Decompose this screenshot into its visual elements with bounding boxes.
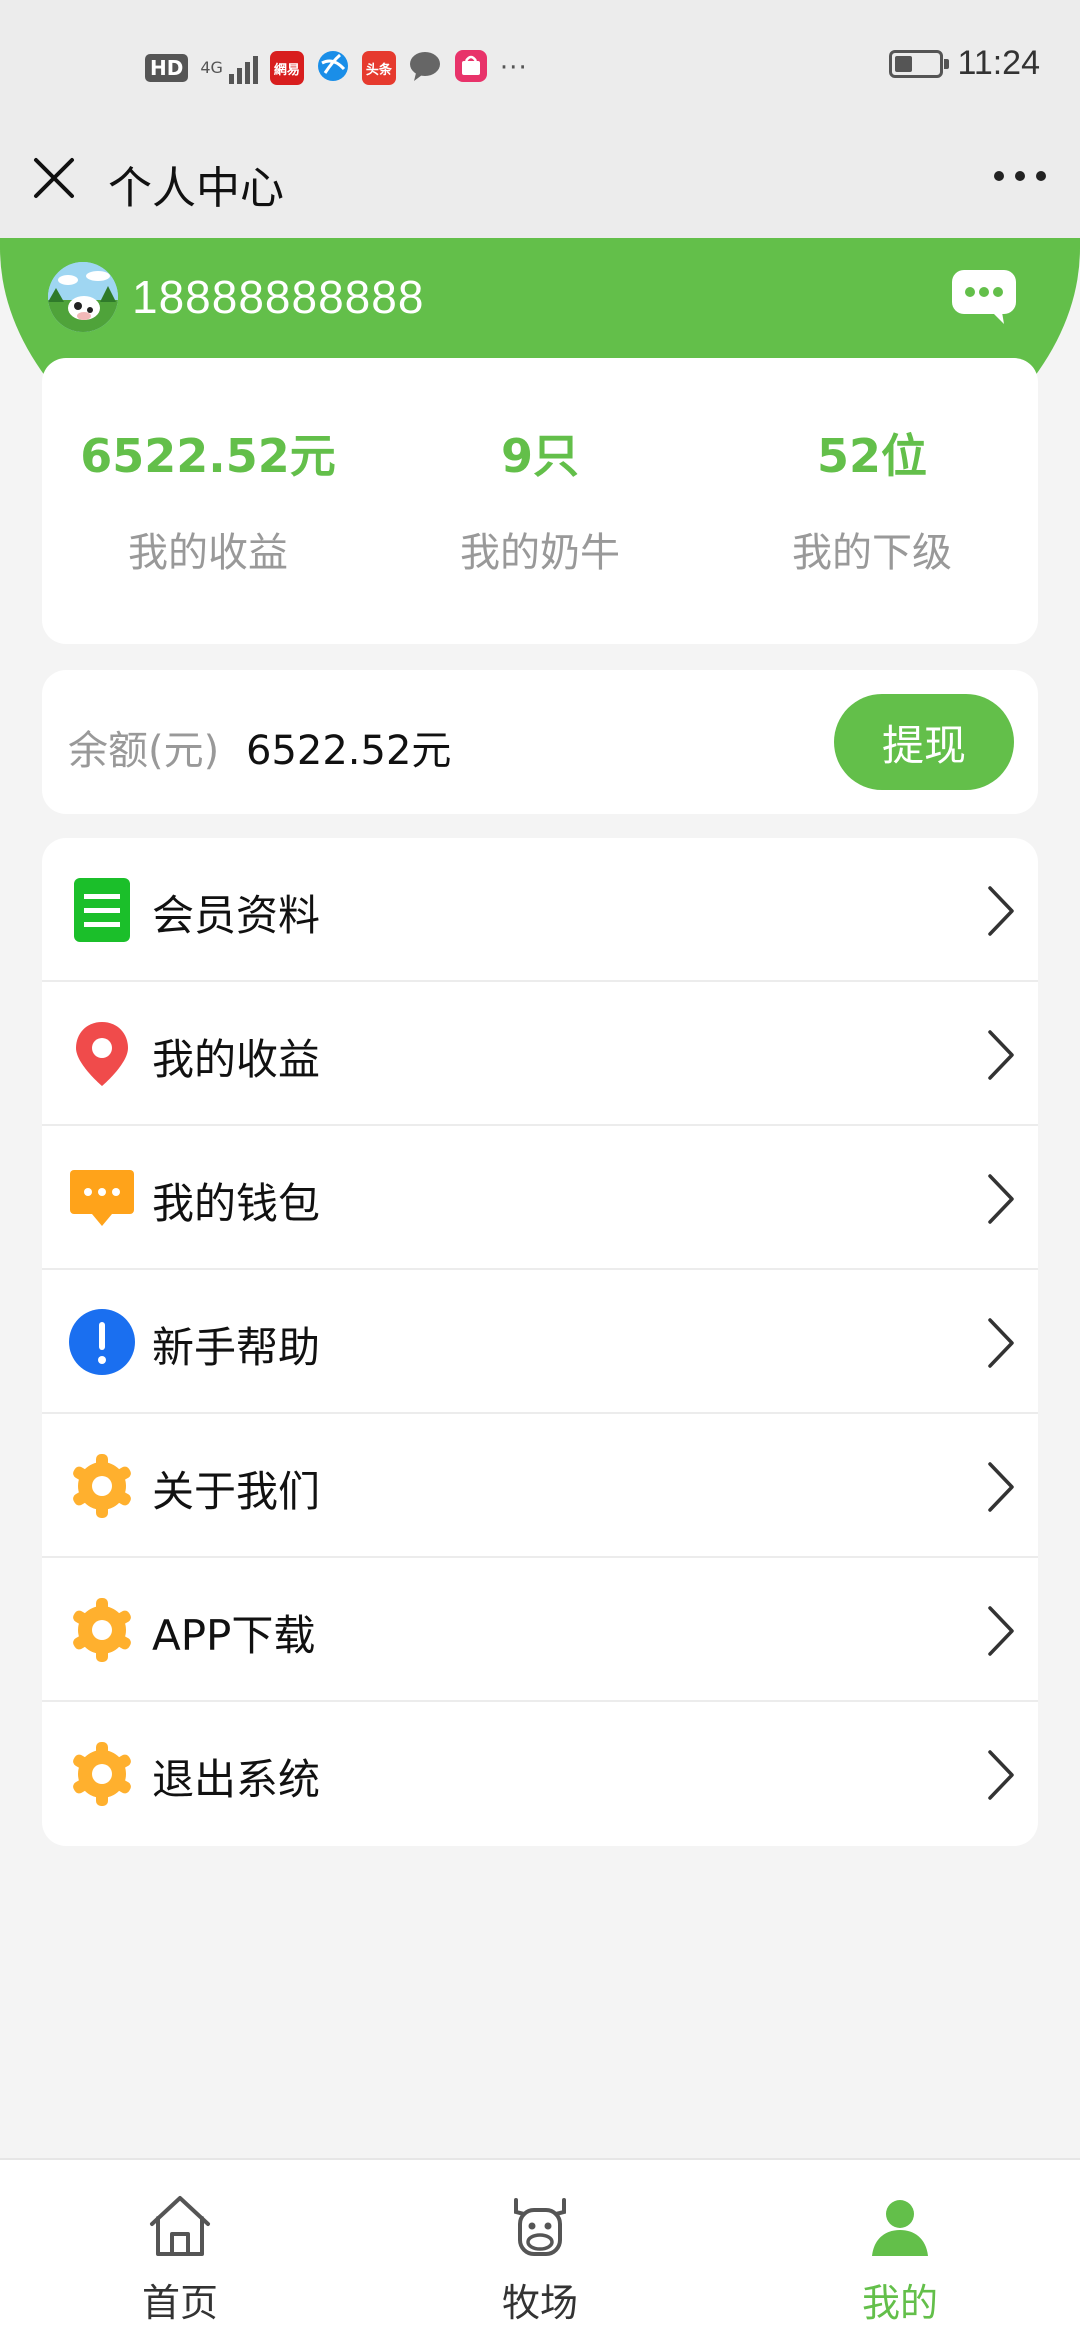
chevron-right-icon (988, 1030, 1014, 1080)
nav-label: 我的 (861, 2281, 938, 2325)
stats-card: 6522.52元 我的收益 9只 我的奶牛 52位 我的下级 (42, 358, 1038, 644)
chevron-right-icon (988, 1606, 1014, 1656)
chevron-right-icon (988, 1174, 1014, 1224)
menu-list: 会员资料 我的收益 我的钱包 新手帮助 关于我们 APP下载 退出系统 (42, 838, 1038, 1846)
withdraw-button[interactable]: 提现 (834, 694, 1014, 790)
status-right: 11:24 (889, 44, 1040, 83)
more-options-icon[interactable] (994, 166, 1046, 186)
toutiao-app-icon: 头条 (361, 51, 396, 85)
clock: 11:24 (957, 44, 1040, 82)
status-icons: HD 4G 網易 头条 ··· (145, 48, 528, 88)
netease-app-icon: 網易 (269, 51, 304, 85)
balance-value: 6522.52元 (246, 728, 452, 774)
browser-app-icon (316, 49, 350, 87)
stat-earnings[interactable]: 6522.52元 我的收益 (42, 358, 374, 644)
gear-icon (73, 1454, 131, 1518)
gear-icon (73, 1742, 131, 1806)
menu-item-my-wallet[interactable]: 我的钱包 (42, 1126, 1038, 1270)
menu-item-my-earnings[interactable]: 我的收益 (42, 982, 1038, 1126)
menu-label: 我的钱包 (152, 1179, 321, 1228)
chevron-right-icon (988, 886, 1014, 936)
shopping-app-icon (454, 49, 488, 87)
stat-value: 9只 (500, 429, 579, 483)
battery-level (895, 55, 913, 72)
balance-label: 余额(元) (68, 728, 220, 774)
message-app-icon (408, 49, 442, 87)
stat-label: 我的收益 (128, 530, 288, 576)
menu-label: 新手帮助 (152, 1323, 321, 1372)
stat-subordinates[interactable]: 52位 我的下级 (706, 358, 1038, 644)
nav-home[interactable]: 首页 (0, 2160, 360, 2340)
title-bar: 个人中心 (0, 130, 1080, 238)
bottom-nav: 首页 牧场 我的 (0, 2158, 1080, 2340)
menu-label: 会员资料 (152, 891, 321, 940)
signal-icon (228, 52, 258, 84)
stat-value: 52位 (816, 429, 927, 483)
more-notifications: ··· (499, 53, 528, 83)
chevron-right-icon (988, 1318, 1014, 1368)
cow-icon (514, 2198, 566, 2256)
close-icon[interactable] (32, 156, 76, 200)
hd-badge: HD (145, 54, 189, 82)
menu-label: APP下载 (152, 1611, 316, 1660)
nav-ranch[interactable]: 牧场 (360, 2160, 720, 2340)
nav-label: 牧场 (501, 2281, 578, 2325)
menu-item-member-info[interactable]: 会员资料 (42, 838, 1038, 982)
menu-label: 我的收益 (152, 1035, 321, 1084)
chevron-right-icon (988, 1750, 1014, 1800)
network-type: 4G (200, 58, 223, 77)
stat-label: 我的奶牛 (460, 530, 620, 576)
menu-label: 关于我们 (152, 1467, 321, 1516)
chat-bubble-icon (70, 1170, 134, 1226)
gear-icon (73, 1598, 131, 1662)
user-phone: 18888888888 (132, 271, 425, 323)
page-title: 个人中心 (108, 163, 284, 214)
stat-cows[interactable]: 9只 我的奶牛 (374, 358, 706, 644)
status-bar: HD 4G 網易 头条 ··· 11:24 (0, 0, 1080, 130)
location-pin-icon (76, 1022, 128, 1086)
menu-item-app-download[interactable]: APP下载 (42, 1558, 1038, 1702)
message-icon[interactable] (950, 268, 1018, 326)
user-icon (872, 2200, 928, 2256)
menu-label: 退出系统 (152, 1755, 321, 1804)
nav-label: 首页 (141, 2281, 218, 2325)
home-icon (150, 2196, 210, 2256)
balance-card: 余额(元) 6522.52元 提现 (42, 670, 1038, 814)
stat-label: 我的下级 (792, 530, 952, 576)
chevron-right-icon (988, 1462, 1014, 1512)
nav-mine[interactable]: 我的 (720, 2160, 1080, 2340)
menu-item-about-us[interactable]: 关于我们 (42, 1414, 1038, 1558)
menu-item-logout[interactable]: 退出系统 (42, 1702, 1038, 1846)
stat-value: 6522.52元 (80, 429, 336, 483)
member-info-icon (74, 878, 130, 942)
exclamation-icon (69, 1309, 135, 1375)
avatar[interactable] (48, 262, 118, 332)
battery-icon (889, 49, 950, 78)
menu-item-help[interactable]: 新手帮助 (42, 1270, 1038, 1414)
